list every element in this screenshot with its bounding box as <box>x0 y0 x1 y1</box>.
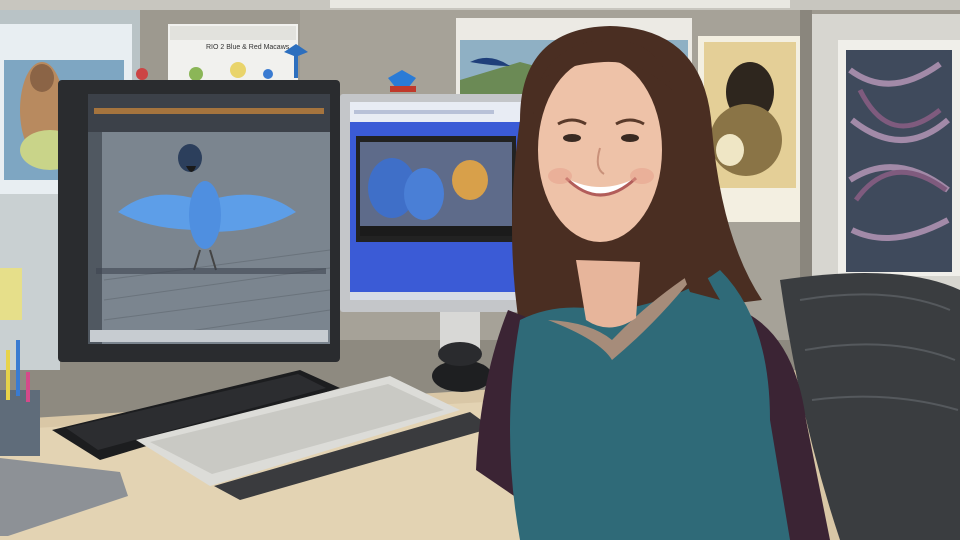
rio-poster <box>168 24 298 88</box>
art-poster-right <box>810 14 960 304</box>
office-scene <box>0 0 960 540</box>
poster-caption: RIO 2 Blue & Red Macaws <box>206 44 290 51</box>
left-monitor <box>58 80 340 362</box>
sticky-note <box>0 268 22 320</box>
partition-post <box>800 10 812 310</box>
right-monitor <box>340 94 540 312</box>
